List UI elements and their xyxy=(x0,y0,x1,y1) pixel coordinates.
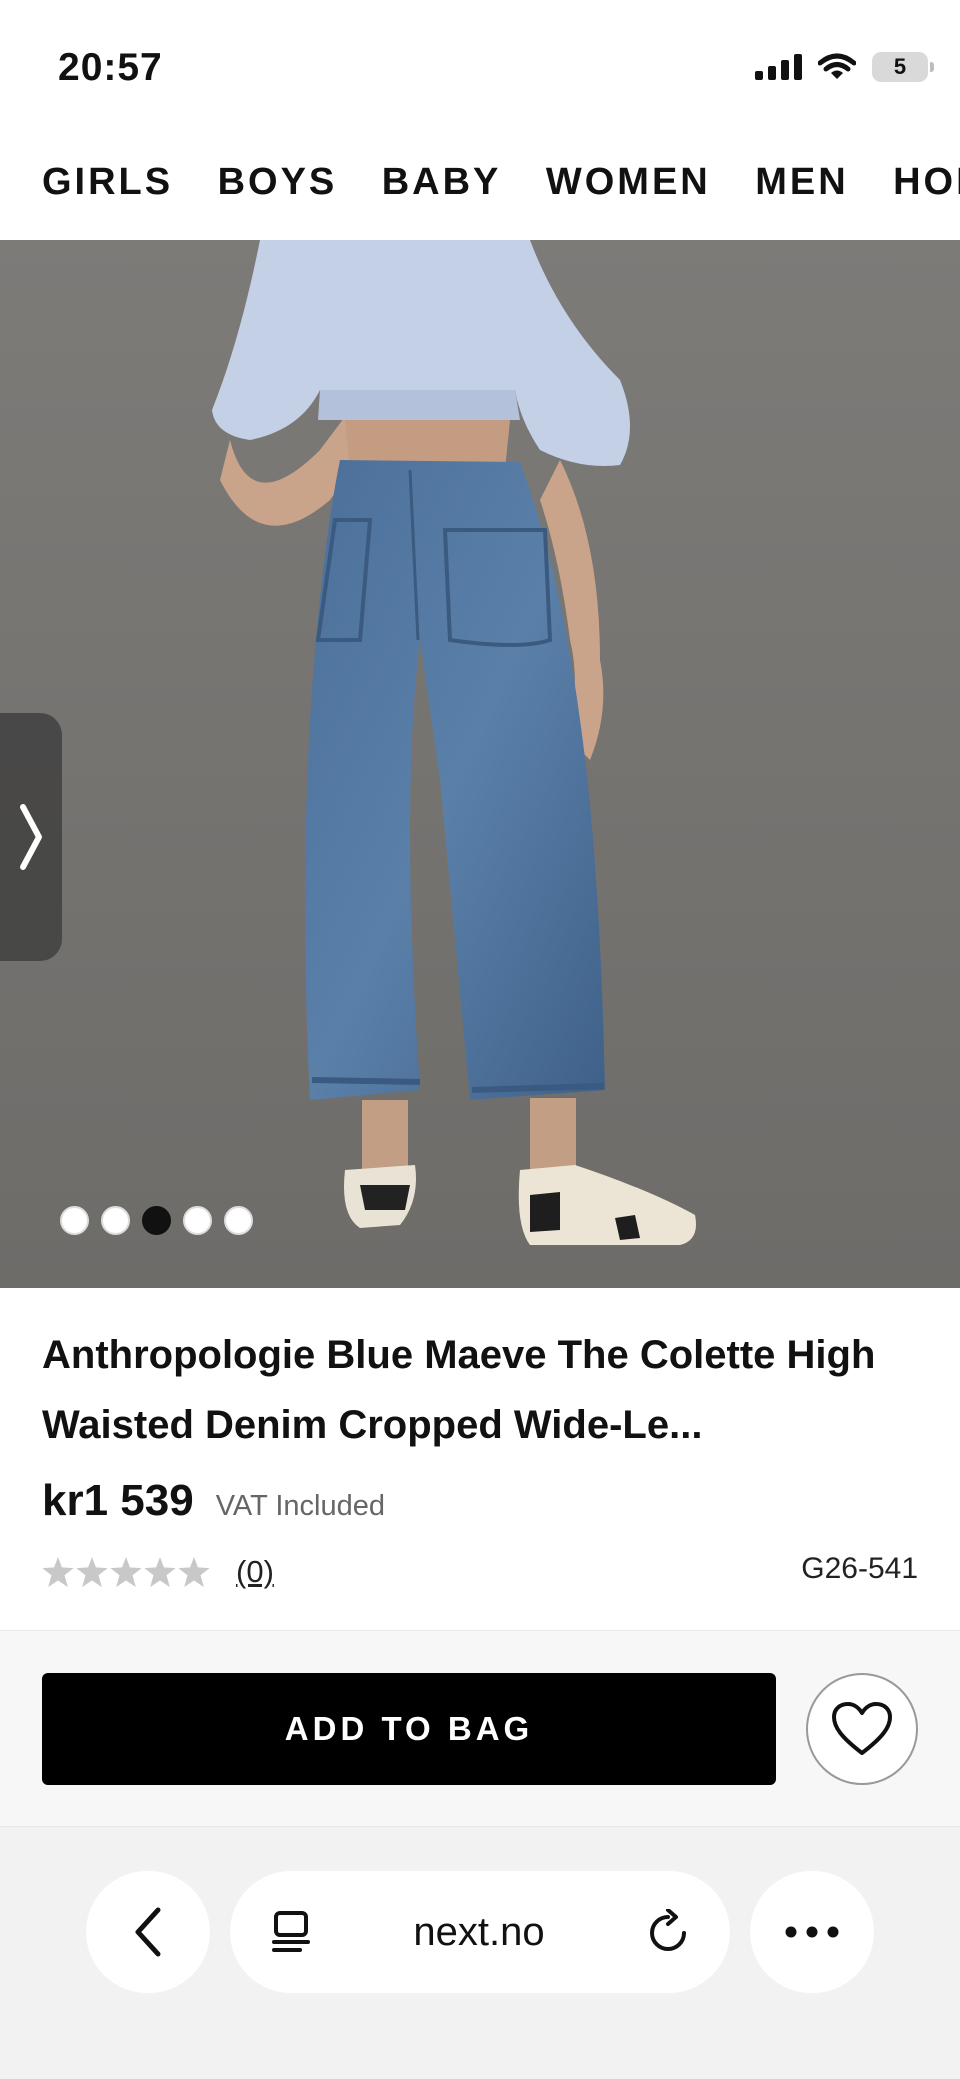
product-title: Anthropologie Blue Maeve The Colette Hig… xyxy=(42,1333,876,1447)
chevron-left-icon xyxy=(135,1907,161,1957)
status-icons: 5 xyxy=(755,52,934,82)
carousel-dots xyxy=(60,1206,253,1235)
reader-icon[interactable] xyxy=(270,1910,312,1954)
carousel-dot-active[interactable] xyxy=(142,1206,171,1235)
carousel-dot[interactable] xyxy=(183,1206,212,1235)
star-icon xyxy=(76,1557,108,1587)
nav-item-girls[interactable]: GIRLS xyxy=(42,130,173,234)
next-image-button[interactable] xyxy=(0,713,62,961)
star-icon xyxy=(144,1557,176,1587)
vat-label: VAT Included xyxy=(215,1490,385,1522)
carousel-dot[interactable] xyxy=(60,1206,89,1235)
star-icon xyxy=(42,1557,74,1587)
add-to-bag-bar: ADD TO BAG xyxy=(0,1630,960,1826)
star-icon xyxy=(110,1557,142,1587)
cellular-signal-icon xyxy=(755,54,802,80)
nav-item-holiday[interactable]: HOLIDAY xyxy=(893,130,960,234)
nav-item-women[interactable]: WOMEN xyxy=(546,130,711,234)
url-text[interactable]: next.no xyxy=(413,1910,544,1955)
wishlist-button[interactable] xyxy=(806,1673,918,1785)
product-price: kr1 539 xyxy=(42,1476,194,1525)
add-to-bag-button[interactable]: ADD TO BAG xyxy=(42,1673,776,1785)
rating-row: (0) xyxy=(42,1554,274,1590)
product-photo xyxy=(0,240,960,1288)
chevron-right-icon xyxy=(20,804,42,870)
product-code: G26-541 xyxy=(801,1552,918,1585)
rating-stars xyxy=(42,1557,210,1587)
browser-back-button[interactable] xyxy=(86,1871,210,1993)
address-bar[interactable]: next.no xyxy=(230,1871,730,1993)
battery-icon: 5 xyxy=(872,52,934,82)
heart-icon xyxy=(832,1702,892,1755)
wifi-icon xyxy=(818,53,856,79)
ellipsis-icon xyxy=(785,1926,839,1938)
product-info: Anthropologie Blue Maeve The Colette Hig… xyxy=(0,1288,960,1630)
star-icon xyxy=(178,1557,210,1587)
nav-item-baby[interactable]: BABY xyxy=(382,130,502,234)
product-image-gallery[interactable] xyxy=(0,240,960,1288)
reload-icon[interactable] xyxy=(646,1909,690,1955)
more-options-button[interactable] xyxy=(750,1871,874,1993)
status-time: 20:57 xyxy=(58,46,163,89)
status-bar: 20:57 5 xyxy=(0,0,960,130)
carousel-dot[interactable] xyxy=(224,1206,253,1235)
browser-toolbar: next.no xyxy=(0,1826,960,2079)
carousel-dot[interactable] xyxy=(101,1206,130,1235)
nav-item-men[interactable]: MEN xyxy=(755,130,848,234)
nav-item-boys[interactable]: BOYS xyxy=(218,130,338,234)
category-nav: GIRLS BOYS BABY WOMEN MEN HOLIDAY xyxy=(0,130,960,240)
product-page: 20:57 5 GIRLS BOYS BABY WOMEN MEN HOLIDA… xyxy=(0,0,960,2079)
price-row: kr1 539 VAT Included xyxy=(42,1476,385,1526)
review-count-link[interactable]: (0) xyxy=(236,1554,274,1590)
